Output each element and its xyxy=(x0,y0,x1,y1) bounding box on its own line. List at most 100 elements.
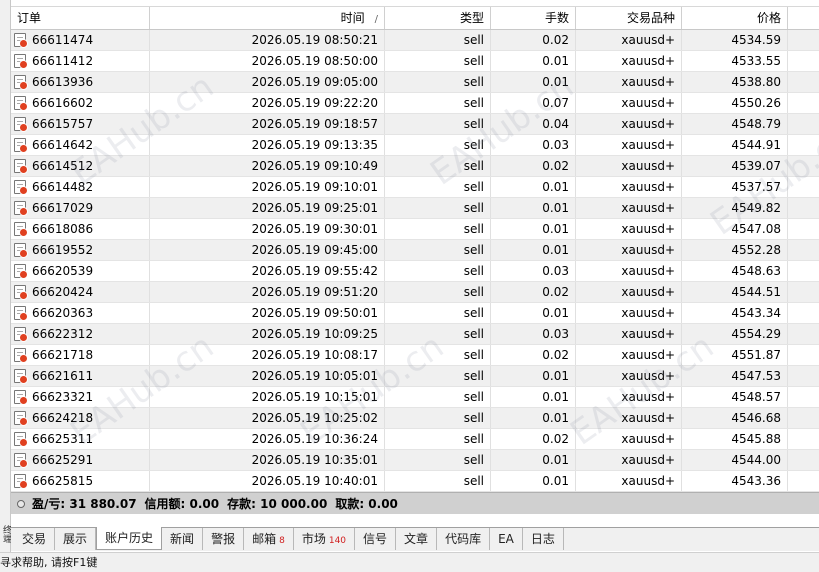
type-cell: sell xyxy=(385,450,491,470)
tab-8[interactable]: 文章 xyxy=(396,528,438,550)
table-row[interactable]: 66611474 2026.05.19 08:50:21 sell 0.02 xauus… xyxy=(11,30,819,51)
symbol-cell: xauusd+ xyxy=(576,93,682,113)
table-row[interactable]: 66616602 2026.05.19 09:22:20 sell 0.07 xauus… xyxy=(11,93,819,114)
table-row[interactable]: 66620363 2026.05.19 09:50:01 sell 0.01 xauus… xyxy=(11,303,819,324)
row-filler xyxy=(788,177,819,197)
sort-indicator-icon: / xyxy=(374,14,378,25)
price-cell: 4543.36 xyxy=(682,471,788,491)
tab-label: 文章 xyxy=(404,532,429,546)
table-row[interactable]: 66620539 2026.05.19 09:55:42 sell 0.03 xauus… xyxy=(11,261,819,282)
row-filler xyxy=(788,387,819,407)
order-document-icon xyxy=(14,96,28,111)
time-cell: 2026.05.19 09:25:01 xyxy=(150,198,385,218)
tab-11[interactable]: 日志 xyxy=(523,528,564,550)
column-header-time[interactable]: 时间 / xyxy=(150,7,385,29)
order-cell: 66614512 xyxy=(11,156,150,176)
order-document-icon xyxy=(14,180,28,195)
type-cell: sell xyxy=(385,345,491,365)
order-number: 66620539 xyxy=(32,264,94,278)
time-cell: 2026.05.19 10:09:25 xyxy=(150,324,385,344)
tab-5[interactable]: 邮箱 8 xyxy=(244,528,294,550)
type-cell: sell xyxy=(385,408,491,428)
summary-credit: 信用额: 0.00 xyxy=(144,497,220,511)
column-header-type[interactable]: 类型 xyxy=(385,7,491,29)
symbol-cell: xauusd+ xyxy=(576,429,682,449)
column-header-lots[interactable]: 手数 xyxy=(491,7,576,29)
tab-3[interactable]: 新闻 xyxy=(162,528,204,550)
order-document-icon xyxy=(14,201,28,216)
order-number: 66623321 xyxy=(32,390,94,404)
price-cell: 4554.29 xyxy=(682,324,788,344)
order-number: 66621611 xyxy=(32,369,94,383)
type-cell: sell xyxy=(385,51,491,71)
order-cell: 66624218 xyxy=(11,408,150,428)
tab-6[interactable]: 市场 140 xyxy=(294,528,356,550)
symbol-cell: xauusd+ xyxy=(576,471,682,491)
symbol-cell: xauusd+ xyxy=(576,366,682,386)
table-row[interactable]: 66625311 2026.05.19 10:36:24 sell 0.02 xauus… xyxy=(11,429,819,450)
lots-cell: 0.01 xyxy=(491,177,576,197)
tab-7[interactable]: 信号 xyxy=(355,528,397,550)
tab-label: 警报 xyxy=(211,532,236,546)
table-row[interactable]: 66624218 2026.05.19 10:25:02 sell 0.01 xauus… xyxy=(11,408,819,429)
symbol-cell: xauusd+ xyxy=(576,240,682,260)
table-row[interactable]: 66622312 2026.05.19 10:09:25 sell 0.03 xauus… xyxy=(11,324,819,345)
order-number: 66617029 xyxy=(32,201,94,215)
tab-10[interactable]: EA xyxy=(490,528,523,550)
left-panel-strip: 终端 xyxy=(0,0,11,572)
order-cell: 66614482 xyxy=(11,177,150,197)
table-row[interactable]: 66623321 2026.05.19 10:15:01 sell 0.01 xauus… xyxy=(11,387,819,408)
order-number: 66618086 xyxy=(32,222,94,236)
row-filler xyxy=(788,282,819,302)
table-row[interactable]: 66625815 2026.05.19 10:40:01 sell 0.01 xauus… xyxy=(11,471,819,492)
table-row[interactable]: 66621611 2026.05.19 10:05:01 sell 0.01 xauus… xyxy=(11,366,819,387)
lots-cell: 0.01 xyxy=(491,366,576,386)
table-row[interactable]: 66613936 2026.05.19 09:05:00 sell 0.01 xauus… xyxy=(11,72,819,93)
tab-9[interactable]: 代码库 xyxy=(437,528,491,550)
table-row[interactable]: 66621718 2026.05.19 10:08:17 sell 0.02 xauus… xyxy=(11,345,819,366)
tab-1[interactable]: 展示 xyxy=(55,528,97,550)
type-cell: sell xyxy=(385,156,491,176)
tab-4[interactable]: 警报 xyxy=(203,528,245,550)
table-row[interactable]: 66615757 2026.05.19 09:18:57 sell 0.04 xauus… xyxy=(11,114,819,135)
table-row[interactable]: 66617029 2026.05.19 09:25:01 sell 0.01 xauus… xyxy=(11,198,819,219)
table-row[interactable]: 66618086 2026.05.19 09:30:01 sell 0.01 xauus… xyxy=(11,219,819,240)
order-cell: 66611412 xyxy=(11,51,150,71)
column-header-symbol[interactable]: 交易品种 xyxy=(576,7,682,29)
table-row[interactable]: 66614512 2026.05.19 09:10:49 sell 0.02 xauus… xyxy=(11,156,819,177)
summary-deposit: 存款: 10 000.00 xyxy=(227,497,328,511)
row-filler xyxy=(788,471,819,491)
tab-label: 交易 xyxy=(22,532,47,546)
column-header-price[interactable]: 价格 xyxy=(682,7,788,29)
tab-0[interactable]: 交易 xyxy=(14,528,56,550)
table-row[interactable]: 66619552 2026.05.19 09:45:00 sell 0.01 xauus… xyxy=(11,240,819,261)
lots-cell: 0.02 xyxy=(491,429,576,449)
order-cell: 66625311 xyxy=(11,429,150,449)
type-cell: sell xyxy=(385,114,491,134)
order-number: 66611474 xyxy=(32,33,94,47)
row-filler xyxy=(788,72,819,92)
table-row[interactable]: 66620424 2026.05.19 09:51:20 sell 0.02 xauus… xyxy=(11,282,819,303)
table-row[interactable]: 66611412 2026.05.19 08:50:00 sell 0.01 xauus… xyxy=(11,51,819,72)
order-cell: 66623321 xyxy=(11,387,150,407)
table-row[interactable]: 66625291 2026.05.19 10:35:01 sell 0.01 xauus… xyxy=(11,450,819,471)
row-filler xyxy=(788,240,819,260)
order-number: 66621718 xyxy=(32,348,94,362)
order-number: 66611412 xyxy=(32,54,94,68)
time-cell: 2026.05.19 09:10:49 xyxy=(150,156,385,176)
status-bar: 寻求帮助, 请按F1键 xyxy=(0,552,819,572)
tab-label: 信号 xyxy=(363,532,388,546)
order-cell: 66613936 xyxy=(11,72,150,92)
table-row[interactable]: 66614642 2026.05.19 09:13:35 sell 0.03 xauus… xyxy=(11,135,819,156)
lots-cell: 0.02 xyxy=(491,156,576,176)
price-cell: 4544.91 xyxy=(682,135,788,155)
price-cell: 4544.00 xyxy=(682,450,788,470)
price-cell: 4548.79 xyxy=(682,114,788,134)
column-header-order[interactable]: 订单 xyxy=(11,7,150,29)
tab-2[interactable]: 账户历史 xyxy=(96,527,163,550)
price-cell: 4545.88 xyxy=(682,429,788,449)
time-cell: 2026.05.19 09:13:35 xyxy=(150,135,385,155)
order-document-icon xyxy=(14,348,28,363)
order-document-icon xyxy=(14,117,28,132)
table-row[interactable]: 66614482 2026.05.19 09:10:01 sell 0.01 xauus… xyxy=(11,177,819,198)
